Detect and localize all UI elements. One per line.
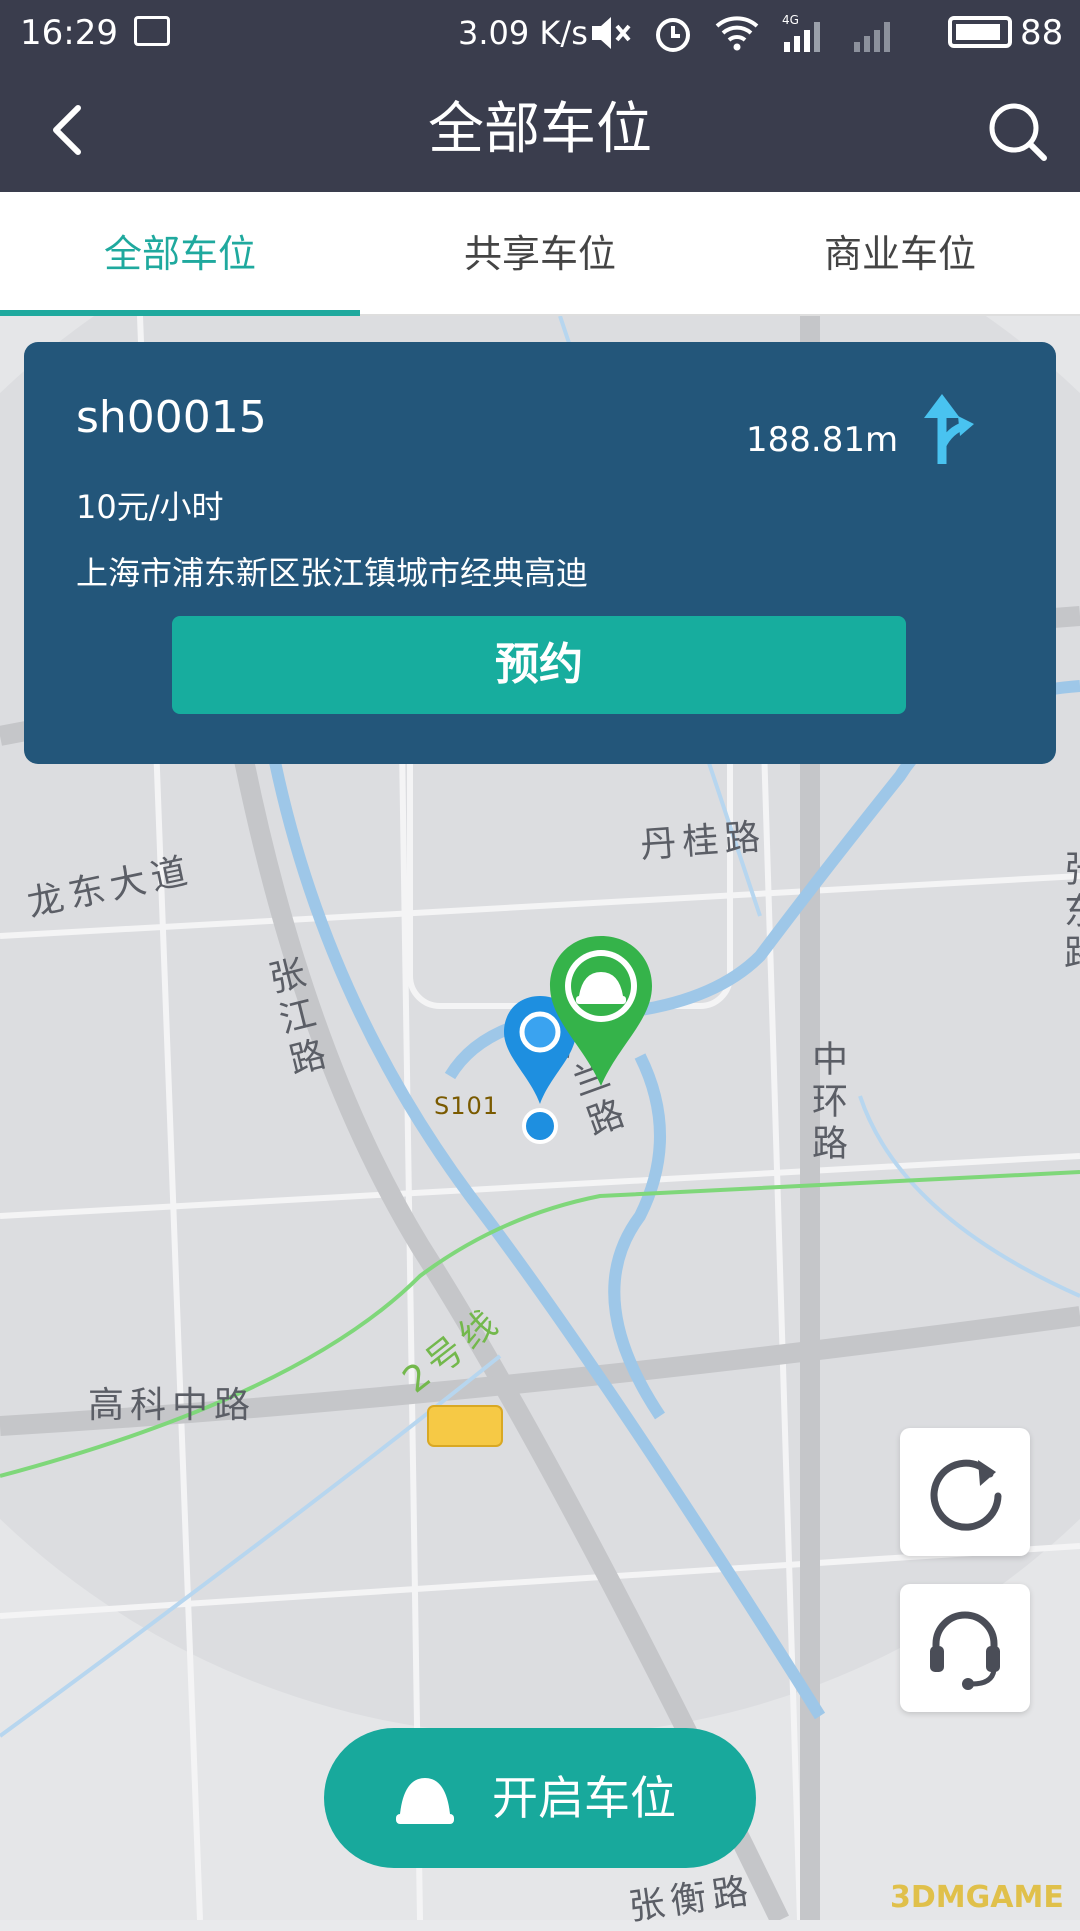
tab-bar: 全部车位 共享车位 商业车位 bbox=[0, 192, 1080, 316]
open-parking-label: 开启车位 bbox=[492, 1771, 676, 1825]
tab-commercial-spaces[interactable]: 商业车位 bbox=[720, 192, 1080, 314]
parking-price: 10元/小时 bbox=[76, 488, 224, 526]
signal-4g-icon: 4G bbox=[782, 13, 820, 52]
reserve-button[interactable]: 预约 bbox=[172, 616, 906, 714]
parking-address: 上海市浦东新区张江镇城市经典高迪 bbox=[76, 554, 589, 592]
headset-icon bbox=[930, 1611, 1000, 1690]
tab-all-spaces[interactable]: 全部车位 bbox=[0, 192, 360, 316]
refresh-button[interactable] bbox=[900, 1428, 1030, 1556]
image-notification-icon bbox=[134, 16, 170, 46]
map-label-dangui: 丹桂路 bbox=[638, 816, 768, 867]
open-parking-button[interactable]: 开启车位 bbox=[324, 1728, 756, 1868]
customer-service-button[interactable] bbox=[900, 1584, 1030, 1712]
status-icons: 4G bbox=[590, 12, 900, 54]
parking-info-card[interactable]: sh00015 188.81m 10元/小时 上海市浦东新区张江镇城市经典高迪 … bbox=[24, 342, 1056, 764]
map-label-zhangdong: 张东路 bbox=[1058, 850, 1080, 976]
search-button[interactable] bbox=[982, 96, 1052, 166]
map-label-zhonghuan: 中环路 bbox=[806, 1040, 847, 1166]
status-bar: 16:29 3.09 K/s 4G 88 bbox=[0, 0, 1080, 66]
map-label-s101: S101 bbox=[434, 1092, 500, 1120]
status-time: 16:29 bbox=[20, 13, 118, 53]
refresh-icon bbox=[930, 1459, 1002, 1531]
battery-percent: 88 bbox=[1020, 13, 1064, 53]
signal-empty-icon bbox=[854, 22, 890, 52]
battery-icon bbox=[948, 16, 1012, 48]
mute-icon bbox=[592, 17, 631, 49]
parking-lock-icon bbox=[396, 1778, 454, 1824]
search-icon bbox=[989, 103, 1047, 161]
watermark: 3DMGAME bbox=[890, 1880, 1064, 1915]
wifi-icon bbox=[715, 16, 759, 51]
parking-code: sh00015 bbox=[76, 392, 267, 443]
parking-space-pin-icon[interactable] bbox=[546, 936, 656, 1106]
svg-text:4G: 4G bbox=[782, 13, 799, 27]
map-label-gaoke: 高科中路 bbox=[88, 1385, 257, 1426]
network-speed: 3.09 K/s bbox=[458, 14, 588, 52]
tab-shared-spaces[interactable]: 共享车位 bbox=[360, 192, 720, 314]
top-bar: 16:29 3.09 K/s 4G 88 全部车位 bbox=[0, 0, 1080, 192]
navigate-route-icon[interactable] bbox=[922, 394, 978, 464]
parking-distance: 188.81m bbox=[746, 420, 899, 460]
alarm-icon bbox=[656, 18, 690, 52]
page-title: 全部车位 bbox=[428, 97, 652, 162]
